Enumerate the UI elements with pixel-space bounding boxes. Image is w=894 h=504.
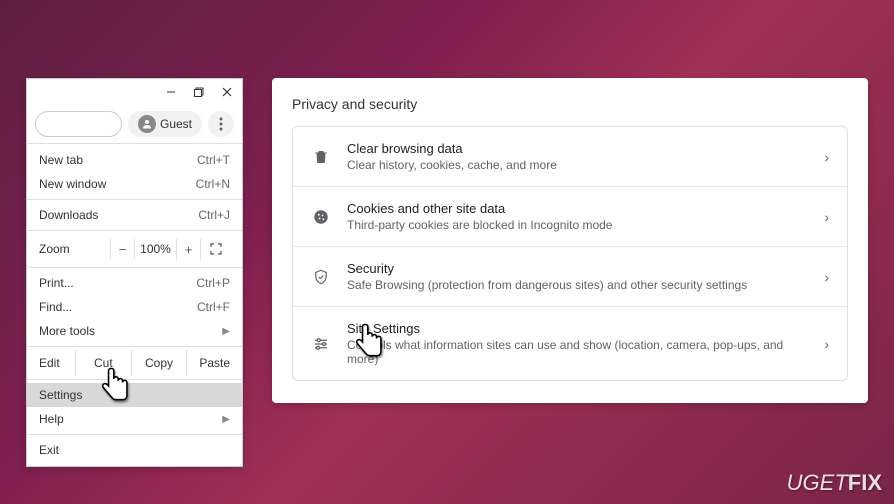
fullscreen-button[interactable] [200, 238, 230, 260]
edit-label: Edit [27, 350, 75, 376]
menu-item-new-tab[interactable]: New tab Ctrl+T [27, 148, 242, 172]
divider [27, 230, 242, 231]
privacy-security-panel: Privacy and security Clear browsing data… [272, 78, 868, 403]
close-button[interactable] [220, 85, 234, 99]
menu-item-print[interactable]: Print... Ctrl+P [27, 271, 242, 295]
menu-item-find[interactable]: Find... Ctrl+F [27, 295, 242, 319]
divider [27, 199, 242, 200]
profile-label: Guest [160, 117, 192, 131]
kebab-menu-button[interactable] [208, 111, 234, 137]
menu-item-downloads[interactable]: Downloads Ctrl+J [27, 203, 242, 227]
menu-label: More tools [39, 324, 95, 338]
menu-label: Find... [39, 300, 72, 314]
cookie-icon [311, 208, 331, 226]
settings-card: Clear browsing data Clear history, cooki… [292, 126, 848, 381]
chevron-right-icon: ▶ [222, 414, 230, 425]
menu-shortcut: Ctrl+T [197, 153, 230, 167]
menu-item-help[interactable]: Help ▶ [27, 407, 242, 431]
divider [27, 346, 242, 347]
menu-item-edit: Edit Cut Copy Paste [27, 350, 242, 376]
chevron-right-icon: › [824, 149, 829, 165]
divider [27, 434, 242, 435]
maximize-button[interactable] [192, 85, 206, 99]
sliders-icon [311, 335, 331, 353]
watermark-bold: FIX [848, 470, 882, 495]
profile-button[interactable]: Guest [128, 111, 202, 137]
setting-title: Clear browsing data [347, 141, 808, 156]
menu-label: New tab [39, 153, 83, 167]
watermark-light: UGET [787, 470, 848, 495]
menu-item-exit[interactable]: Exit [27, 438, 242, 462]
zoom-label: Zoom [39, 242, 70, 256]
menu-item-settings[interactable]: Settings [27, 383, 242, 407]
shield-icon [311, 268, 331, 286]
setting-site-settings[interactable]: Site Settings Controls what information … [293, 307, 847, 380]
menu-label: Print... [39, 276, 74, 290]
zoom-in-button[interactable]: + [176, 238, 200, 260]
watermark: UGETFIX [787, 470, 882, 496]
setting-desc: Clear history, cookies, cache, and more [347, 158, 808, 172]
setting-cookies[interactable]: Cookies and other site data Third-party … [293, 187, 847, 247]
menu-shortcut: Ctrl+P [196, 276, 230, 290]
menu-label: Exit [39, 443, 59, 457]
chevron-right-icon: › [824, 269, 829, 285]
cut-button[interactable]: Cut [75, 350, 131, 376]
setting-desc: Safe Browsing (protection from dangerous… [347, 278, 808, 292]
chrome-menu-window: Guest New tab Ctrl+T New window Ctrl+N D… [26, 78, 243, 467]
setting-title: Cookies and other site data [347, 201, 808, 216]
menu-label: Help [39, 412, 64, 426]
menu-list: New tab Ctrl+T New window Ctrl+N Downloa… [27, 144, 242, 466]
setting-desc: Controls what information sites can use … [347, 338, 808, 366]
menu-item-more-tools[interactable]: More tools ▶ [27, 319, 242, 343]
divider [27, 379, 242, 380]
paste-button[interactable]: Paste [186, 350, 242, 376]
menu-shortcut: Ctrl+J [198, 208, 230, 222]
menu-label: New window [39, 177, 106, 191]
menu-shortcut: Ctrl+N [196, 177, 230, 191]
menu-label: Downloads [39, 208, 98, 222]
chevron-right-icon: › [824, 336, 829, 352]
menu-shortcut: Ctrl+F [197, 300, 230, 314]
chevron-right-icon: › [824, 209, 829, 225]
zoom-out-button[interactable]: − [110, 238, 134, 260]
panel-title: Privacy and security [292, 96, 848, 112]
menu-item-zoom: Zoom − 100% + [27, 234, 242, 264]
minimize-button[interactable] [164, 85, 178, 99]
setting-title: Site Settings [347, 321, 808, 336]
menu-item-new-window[interactable]: New window Ctrl+N [27, 172, 242, 196]
setting-clear-browsing-data[interactable]: Clear browsing data Clear history, cooki… [293, 127, 847, 187]
menu-label: Settings [39, 388, 82, 402]
toolbar: Guest [27, 105, 242, 144]
setting-desc: Third-party cookies are blocked in Incog… [347, 218, 808, 232]
trash-icon [311, 148, 331, 166]
window-titlebar [27, 79, 242, 105]
setting-title: Security [347, 261, 808, 276]
chevron-right-icon: ▶ [222, 326, 230, 337]
zoom-value: 100% [134, 239, 176, 259]
person-icon [138, 115, 156, 133]
setting-security[interactable]: Security Safe Browsing (protection from … [293, 247, 847, 307]
address-bar[interactable] [35, 111, 122, 137]
divider [27, 267, 242, 268]
copy-button[interactable]: Copy [131, 350, 187, 376]
